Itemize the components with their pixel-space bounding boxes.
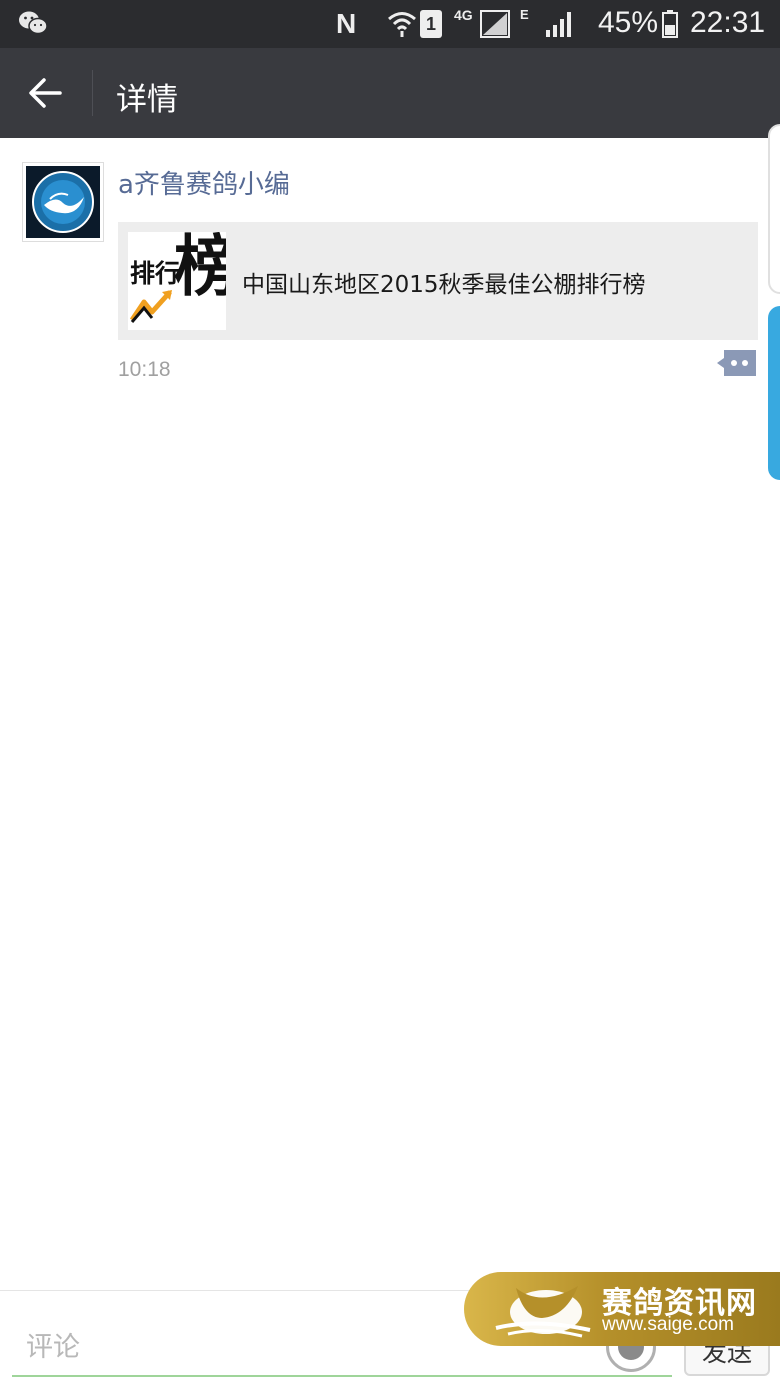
nfc-icon: N [336, 8, 357, 39]
floating-side-tab[interactable] [768, 124, 780, 294]
floating-side-tab-blue[interactable] [768, 306, 780, 480]
trend-arrow-icon [130, 290, 172, 323]
shared-article-card[interactable]: 排行 榜 中国山东地区2015秋季最佳公棚排行榜 [118, 222, 758, 340]
thumbnail-text-big: 榜 [174, 232, 226, 305]
pigeon-watermark-logo [495, 1286, 591, 1338]
edge-label: E [520, 7, 529, 22]
article-thumbnail: 排行 榜 [128, 232, 226, 330]
back-button[interactable] [18, 68, 74, 118]
avatar[interactable] [22, 162, 104, 242]
battery-percent: 45% [598, 6, 659, 39]
battery-icon [662, 10, 678, 38]
watermark-site-url: www.saige.com [602, 1314, 734, 1335]
page-title: 详情 [116, 82, 178, 118]
clock: 22:31 [690, 6, 766, 39]
signal-icon [480, 10, 510, 38]
network-type-label: 4G [454, 7, 473, 23]
post-timestamp: 10:18 [118, 358, 171, 381]
title-divider [92, 70, 93, 116]
thumbnail-text-small: 排行 [130, 259, 181, 288]
sim-icon: 1 [420, 10, 442, 38]
author-name-link[interactable]: a齐鲁赛鸽小编 [118, 164, 290, 201]
article-title: 中国山东地区2015秋季最佳公棚排行榜 [242, 272, 646, 298]
comment-bubble-icon[interactable] [716, 348, 758, 378]
wechat-icon [19, 11, 48, 35]
arrow-left-icon [29, 78, 62, 108]
wifi-icon [388, 12, 416, 37]
pigeon-logo-icon [32, 171, 94, 233]
title-bar: 详情 [0, 48, 780, 138]
signal-bars-icon [546, 12, 571, 37]
status-bar: N 1 4G E 45% 22:31 [0, 0, 780, 48]
watermark: 赛鸽资讯网 www.saige.com [464, 1272, 780, 1346]
